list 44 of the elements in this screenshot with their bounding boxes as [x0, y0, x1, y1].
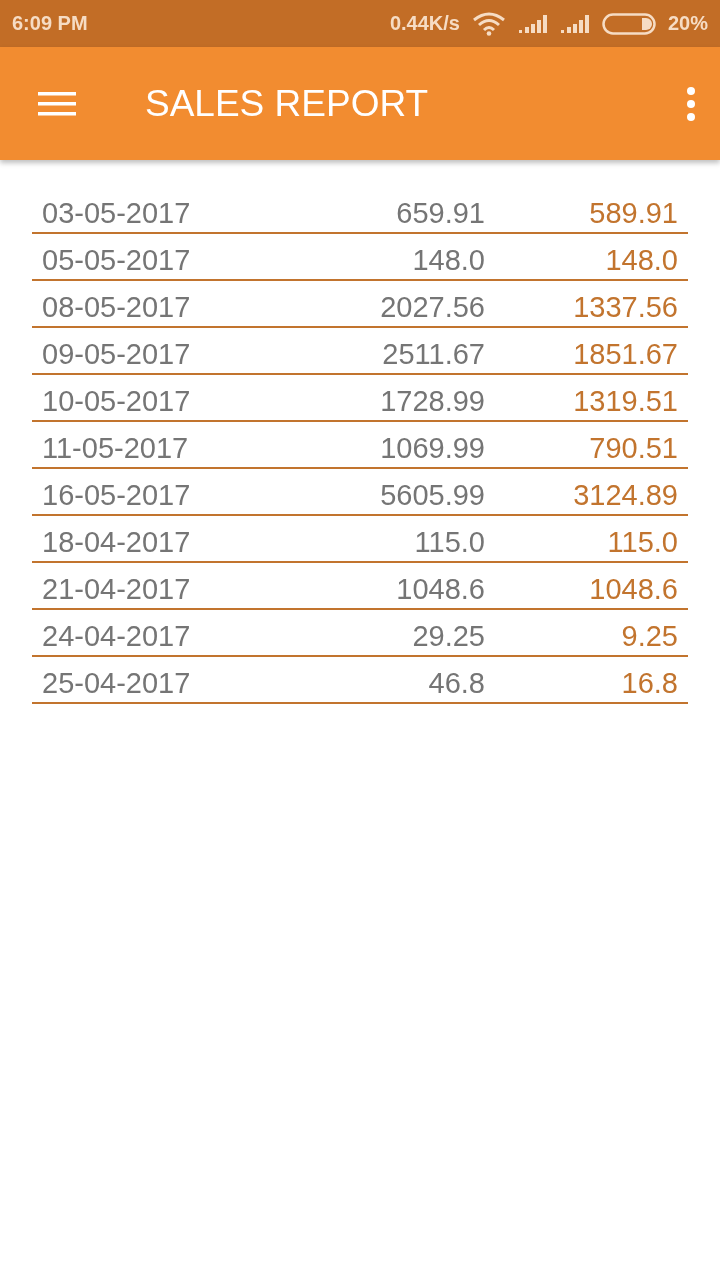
amount-cell-text: 115.0: [606, 526, 678, 560]
amount-cell-text: 1728.99: [379, 385, 485, 419]
amount-cell-text: 1319.51: [572, 385, 678, 419]
amount-cell-text: 115.0: [413, 526, 485, 560]
amount-cell-text: 659.91: [395, 197, 485, 231]
date-cell-text: 21-04-2017: [42, 573, 192, 607]
menu-icon: [38, 89, 76, 118]
amount-cell-text: 589.91: [588, 197, 678, 231]
amount-cell-text: 148.0: [604, 244, 678, 278]
date-cell-text: 10-05-2017: [42, 385, 192, 419]
amount-cell-text: 9.25: [620, 620, 678, 654]
wifi-icon: [471, 11, 506, 36]
amount-cell-text: 29.25: [411, 620, 485, 654]
signal-icon: [559, 13, 590, 34]
battery-icon: [601, 12, 656, 35]
date-cell-text: 16-05-2017: [42, 479, 192, 513]
amount-cell-text: 2511.67: [381, 338, 485, 372]
amount-cell-text: 790.51: [588, 432, 678, 466]
amount-cell-text: 2027.56: [379, 291, 485, 325]
amount-cell-text: 5605.99: [379, 479, 485, 513]
date-cell-text: 25-04-2017: [42, 667, 192, 701]
amount-cell-text: 16.8: [620, 667, 678, 701]
status-time: 6:09 PM: [12, 12, 88, 35]
amount-cell-text: 1337.56: [572, 291, 678, 325]
amount-cell-text: 148.0: [411, 244, 485, 278]
more-options-icon: [686, 86, 696, 121]
battery-percentage: 20%: [667, 12, 708, 35]
network-speed: 0.44K/s: [389, 12, 460, 35]
date-cell-text: 24-04-2017: [42, 620, 192, 654]
date-cell-text: 08-05-2017: [42, 291, 192, 325]
amount-cell-text: 3124.89: [572, 479, 678, 513]
amount-cell-text: 1851.67: [572, 338, 678, 372]
amount-cell-text: 1048.6: [588, 573, 678, 607]
amount-cell-text: 1069.99: [379, 432, 485, 466]
app-title: SALES REPORT: [145, 82, 430, 125]
signal-icon: [517, 13, 548, 34]
amount-cell-text: 1048.6: [395, 573, 485, 607]
date-cell-text: 09-05-2017: [42, 338, 192, 372]
date-cell-text: 11-05-2017: [42, 432, 190, 466]
menu-button[interactable]: [38, 89, 76, 118]
date-cell-text: 05-05-2017: [42, 244, 192, 278]
amount-cell-text: 46.8: [427, 667, 485, 701]
date-cell-text: 18-04-2017: [42, 526, 192, 560]
date-cell-text: 03-05-2017: [42, 197, 192, 231]
